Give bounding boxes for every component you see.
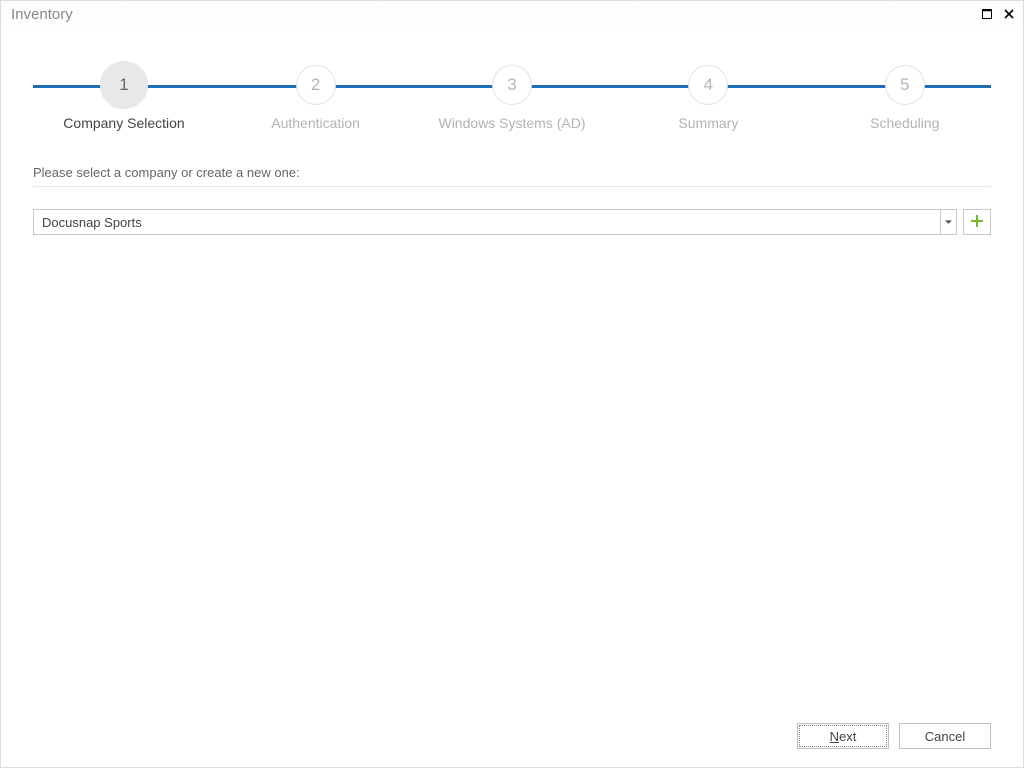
add-company-button[interactable] — [963, 209, 991, 235]
step-5-circle[interactable]: 5 — [885, 65, 925, 105]
window-controls — [979, 6, 1017, 22]
step-1-number: 1 — [119, 75, 128, 95]
step-5-number: 5 — [900, 75, 909, 95]
prompt-text: Please select a company or create a new … — [33, 165, 991, 180]
titlebar: Inventory — [1, 1, 1023, 27]
stepper: 1 Company Selection 2 Authentication 3 W… — [33, 51, 991, 161]
cancel-button[interactable]: Cancel — [899, 723, 991, 749]
step-4-label: Summary — [678, 115, 738, 131]
next-button-rest: ext — [839, 729, 856, 744]
step-5-label: Scheduling — [870, 115, 939, 131]
next-button-hotkey: N — [830, 729, 839, 744]
step-1-circle[interactable]: 1 — [100, 61, 148, 109]
content: 1 Company Selection 2 Authentication 3 W… — [1, 27, 1023, 767]
company-row: Docusnap Sports — [33, 209, 991, 235]
step-3-circle[interactable]: 3 — [492, 65, 532, 105]
inventory-wizard: Inventory 1 Company Selection 2 Authenti… — [0, 0, 1024, 768]
company-select[interactable]: Docusnap Sports — [33, 209, 957, 235]
spacer — [33, 235, 991, 713]
company-select-value: Docusnap Sports — [34, 210, 940, 234]
step-2-circle[interactable]: 2 — [296, 65, 336, 105]
step-4-number: 4 — [704, 75, 713, 95]
close-icon[interactable] — [1001, 6, 1017, 22]
step-1-label: Company Selection — [63, 115, 184, 131]
step-3-number: 3 — [507, 75, 516, 95]
step-3-label: Windows Systems (AD) — [438, 115, 585, 131]
divider — [33, 186, 991, 187]
footer-buttons: Next Cancel — [33, 713, 991, 749]
cancel-button-label: Cancel — [925, 729, 965, 744]
plus-icon — [970, 214, 984, 231]
window-title: Inventory — [11, 6, 979, 23]
step-4-circle[interactable]: 4 — [688, 65, 728, 105]
step-2-label: Authentication — [271, 115, 360, 131]
step-2-number: 2 — [311, 75, 320, 95]
next-button[interactable]: Next — [797, 723, 889, 749]
chevron-down-icon[interactable] — [940, 210, 956, 234]
maximize-icon[interactable] — [979, 6, 995, 22]
